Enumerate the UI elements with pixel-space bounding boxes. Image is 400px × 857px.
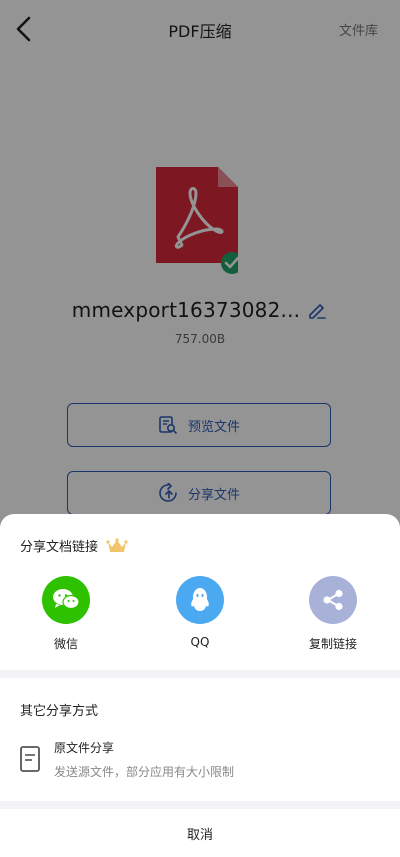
share-link-title: 分享文档链接 [20,540,99,555]
document-icon [20,746,40,772]
wechat-label: 微信 [53,637,78,651]
copy-link-label: 复制链接 [308,637,357,651]
section-divider [0,801,400,809]
share-wechat-option[interactable]: 微信 [26,576,106,652]
wechat-icon [42,576,90,624]
cancel-button[interactable]: 取消 [0,809,400,857]
qq-icon [176,576,224,624]
section-divider [0,670,400,678]
original-file-share-desc: 发送源文件，部分应用有大小限制 [54,765,235,779]
crown-icon [106,537,128,552]
original-file-share-option[interactable]: 原文件分享 发送源文件，部分应用有大小限制 [18,739,378,783]
share-qq-option[interactable]: QQ [160,576,240,649]
qq-label: QQ [190,635,210,649]
other-share-title: 其它分享方式 [20,704,99,719]
share-link-icon [309,576,357,624]
share-bottom-sheet: 分享文档链接 微信 QQ 复制链接 其它分享方式 原文件分享 发送源文件，部分应… [0,514,400,857]
copy-link-option[interactable]: 复制链接 [293,576,373,652]
share-link-header: 分享文档链接 [20,536,128,555]
original-file-share-title: 原文件分享 [54,741,115,755]
